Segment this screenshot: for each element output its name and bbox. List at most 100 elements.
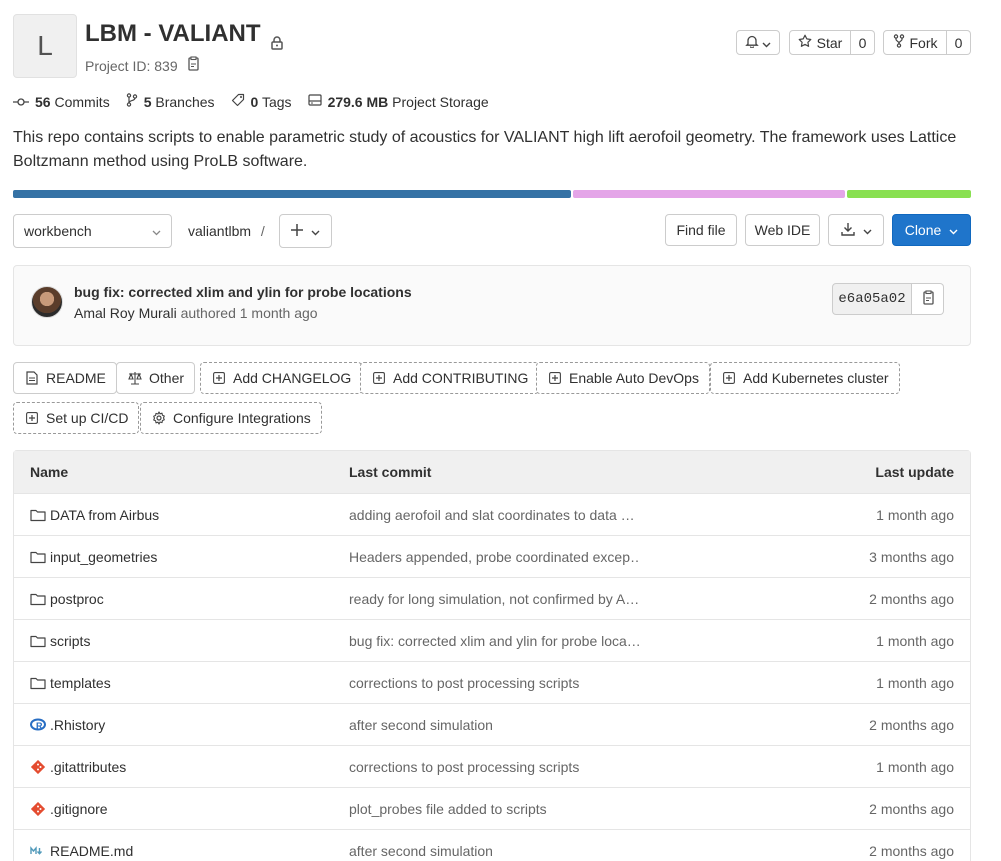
project-stats: 56 Commits 5 Branches 0 Tags 279.6 MB Pr… — [13, 93, 489, 110]
star-count[interactable]: 0 — [851, 30, 875, 55]
enable-auto-devops-button[interactable]: Enable Auto DevOps — [536, 362, 710, 394]
table-row[interactable]: scripts bug fix: corrected xlim and ylin … — [14, 620, 970, 662]
clone-dropdown[interactable]: Clone — [892, 214, 971, 246]
table-row[interactable]: templates corrections to post processing … — [14, 662, 970, 704]
table-row[interactable]: .gitignore plot_probes file added to scri… — [14, 788, 970, 830]
file-name-cell[interactable]: scripts — [30, 620, 90, 661]
r-file-icon: R — [30, 717, 46, 733]
file-last-update: 2 months ago — [869, 842, 954, 859]
project-id-row: Project ID: 839 — [85, 56, 200, 75]
star-icon — [798, 34, 812, 51]
file-name-cell[interactable]: postproc — [30, 578, 104, 619]
star-group: Star 0 — [789, 30, 875, 55]
add-contributing-button[interactable]: Add CONTRIBUTING — [360, 362, 540, 394]
project-id: Project ID: 839 — [85, 57, 178, 74]
file-name[interactable]: DATA from Airbus — [50, 507, 159, 523]
language-segment[interactable] — [573, 190, 845, 198]
file-name-cell[interactable]: R .Rhistory — [30, 704, 105, 745]
file-last-commit[interactable]: after second simulation — [349, 830, 639, 861]
fork-group: Fork 0 — [883, 30, 971, 55]
star-count-value: 0 — [858, 34, 867, 51]
add-changelog-button[interactable]: Add CHANGELOG — [200, 362, 363, 394]
file-name[interactable]: postproc — [50, 591, 104, 607]
branches-link[interactable]: 5 Branches — [126, 93, 215, 110]
file-last-commit[interactable]: bug fix: corrected xlim and ylin for pro… — [349, 620, 639, 661]
file-name[interactable]: scripts — [50, 633, 90, 649]
table-row[interactable]: README.md after second simulation 2 months… — [14, 830, 970, 861]
add-file-dropdown[interactable] — [279, 214, 332, 248]
tags-link[interactable]: 0 Tags — [231, 93, 292, 110]
language-bar — [13, 190, 971, 198]
table-row[interactable]: R .Rhistory after second simulation 2 month… — [14, 704, 970, 746]
file-last-commit[interactable]: after second simulation — [349, 704, 639, 745]
setup-cicd-button[interactable]: Set up CI/CD — [13, 402, 140, 434]
download-dropdown[interactable] — [828, 214, 884, 246]
file-last-commit[interactable]: corrections to post processing scripts — [349, 662, 639, 703]
svg-text:R: R — [36, 721, 43, 731]
table-row[interactable]: input_geometries Headers appended, probe … — [14, 536, 970, 578]
file-name[interactable]: .gitignore — [50, 801, 108, 817]
language-segment[interactable] — [13, 190, 572, 198]
file-last-commit[interactable]: adding aerofoil and slat coordinates to … — [349, 494, 639, 535]
file-name[interactable]: templates — [50, 675, 111, 691]
web-ide-label: Web IDE — [754, 222, 811, 238]
scale-icon — [127, 370, 143, 386]
file-name-cell[interactable]: DATA from Airbus — [30, 494, 159, 535]
fork-button[interactable]: Fork — [883, 30, 947, 55]
lock-icon — [270, 29, 283, 50]
file-icon — [24, 370, 40, 386]
license-button[interactable]: Other — [116, 362, 196, 394]
commits-link[interactable]: 56 Commits — [13, 94, 110, 110]
file-last-commit[interactable]: plot_probes file added to scripts — [349, 788, 639, 829]
chevron-down-icon — [152, 223, 161, 239]
file-name-cell[interactable]: .gitignore — [30, 788, 108, 829]
file-name-cell[interactable]: templates — [30, 662, 111, 703]
fork-count[interactable]: 0 — [947, 30, 971, 55]
find-file-label: Find file — [676, 222, 726, 238]
commit-title[interactable]: bug fix: corrected xlim and ylin for pro… — [74, 284, 412, 300]
storage-link[interactable]: 279.6 MB Project Storage — [307, 93, 489, 110]
star-label: Star — [816, 34, 843, 51]
file-name-cell[interactable]: .gitattributes — [30, 746, 126, 787]
file-last-commit[interactable]: corrections to post processing scripts — [349, 746, 639, 787]
file-name-cell[interactable]: input_geometries — [30, 536, 157, 577]
table-row[interactable]: DATA from Airbus adding aerofoil and slat… — [14, 494, 970, 536]
add-contributing-label: Add CONTRIBUTING — [393, 370, 529, 386]
download-icon — [840, 222, 855, 239]
copy-sha-button[interactable] — [912, 283, 944, 315]
file-last-commit[interactable]: ready for long simulation, not confirmed… — [349, 578, 639, 619]
table-row[interactable]: postproc ready for long simulation, not c… — [14, 578, 970, 620]
file-last-update: 1 month ago — [876, 506, 954, 523]
file-name[interactable]: input_geometries — [50, 549, 157, 565]
breadcrumb: valiantlbm / — [188, 223, 265, 239]
commit-sha[interactable]: e6a05a02 — [832, 283, 912, 315]
chevron-down-icon — [311, 223, 320, 239]
file-last-commit[interactable]: Headers appended, probe coordinated exce… — [349, 536, 639, 577]
find-file-button[interactable]: Find file — [665, 214, 737, 246]
copy-icon[interactable] — [186, 56, 200, 75]
avatar[interactable] — [31, 286, 63, 318]
breadcrumb-separator: / — [260, 223, 265, 239]
project-avatar: L — [13, 14, 77, 78]
table-row[interactable]: .gitattributes corrections to post proces… — [14, 746, 970, 788]
web-ide-button[interactable]: Web IDE — [745, 214, 820, 246]
configure-integrations-button[interactable]: Configure Integrations — [140, 402, 322, 434]
plus-square-icon — [721, 370, 737, 386]
readme-button[interactable]: README — [13, 362, 117, 394]
file-name-cell[interactable]: README.md — [30, 830, 133, 861]
breadcrumb-root[interactable]: valiantlbm — [188, 223, 251, 239]
file-name[interactable]: README.md — [50, 843, 133, 859]
file-name[interactable]: .Rhistory — [50, 717, 105, 733]
plus-square-icon — [211, 370, 227, 386]
chevron-down-icon — [863, 222, 872, 238]
copy-icon — [921, 289, 935, 309]
star-button[interactable]: Star — [789, 30, 851, 55]
branch-selector[interactable]: workbench — [13, 214, 172, 248]
git-file-icon — [30, 801, 46, 817]
add-kubernetes-button[interactable]: Add Kubernetes cluster — [710, 362, 900, 394]
language-segment[interactable] — [846, 190, 971, 198]
file-name[interactable]: .gitattributes — [50, 759, 126, 775]
notification-button[interactable] — [736, 30, 780, 55]
chevron-down-icon — [762, 35, 771, 51]
commit-author[interactable]: Amal Roy Murali — [74, 305, 177, 321]
